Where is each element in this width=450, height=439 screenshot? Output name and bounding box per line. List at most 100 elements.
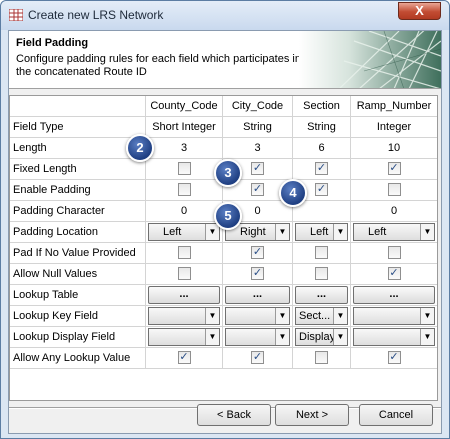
checkbox-allow-any-lookup[interactable]: ✓: [387, 350, 401, 364]
dropdown-lookup-key-field[interactable]: ▼: [148, 307, 220, 325]
grid-cell-length[interactable]: 3: [146, 138, 223, 158]
checkbox-allow-any-lookup[interactable]: ✓: [177, 350, 191, 364]
checkbox-fixed-length[interactable]: [177, 161, 191, 175]
dropdown-padding-location[interactable]: Left ▼: [295, 223, 348, 241]
checkbox-allow-any-lookup[interactable]: ✓: [251, 350, 264, 364]
chevron-down-icon[interactable]: ▼: [275, 329, 289, 345]
browse-lookup-table-button[interactable]: ...: [295, 286, 348, 304]
checkbox-allow-null[interactable]: [315, 266, 328, 280]
next-button[interactable]: Next >: [275, 404, 349, 426]
grid-cell: [146, 159, 223, 179]
checkbox-allow-any-lookup[interactable]: [315, 350, 328, 364]
dropdown-value: Left: [310, 226, 329, 238]
grid-cell: Left ▼: [351, 222, 437, 242]
row-label: Fixed Length: [10, 159, 146, 179]
grid-cell: ✓: [146, 348, 223, 368]
grid-cell: Left ▼: [293, 222, 351, 242]
grid-cell: ✓: [223, 243, 293, 263]
grid-cell: ✓: [223, 348, 293, 368]
row-label: Padding Character: [10, 201, 146, 221]
chevron-down-icon[interactable]: ▼: [333, 224, 347, 240]
grid-row-lookup-key-field: Lookup Key Field ▼ ▼ Sect... ▼ ▼: [10, 306, 437, 327]
grid-cell: ...: [146, 285, 223, 305]
row-label: Allow Any Lookup Value: [10, 348, 146, 368]
grid-cell-field-type: Integer: [376, 121, 412, 133]
chevron-down-icon[interactable]: ▼: [420, 308, 434, 324]
grid-cell: ...: [223, 285, 293, 305]
map-banner-image: [299, 31, 441, 88]
grid-cell-padding-character[interactable]: [293, 201, 351, 221]
grid-cell: [146, 243, 223, 263]
checkbox-allow-null[interactable]: ✓: [387, 266, 401, 280]
grid-row-length: Length 3 3 6 10: [10, 138, 437, 159]
grid-cell: ✓: [223, 264, 293, 284]
checkbox-allow-null[interactable]: [177, 266, 191, 280]
browse-lookup-table-button[interactable]: ...: [353, 286, 435, 304]
callout-badge: 5: [214, 202, 242, 230]
chevron-down-icon[interactable]: ▼: [420, 224, 434, 240]
close-button[interactable]: X: [398, 2, 441, 20]
grid-cell: ✓: [351, 159, 437, 179]
grid-cell: ✓: [293, 159, 351, 179]
grid-cell-length[interactable]: 10: [351, 138, 437, 158]
dropdown-lookup-key-field[interactable]: ▼: [353, 307, 435, 325]
checkbox-enable-padding[interactable]: ✓: [315, 182, 328, 196]
chevron-down-icon[interactable]: ▼: [275, 224, 289, 240]
grid-cell: Display ▼: [293, 327, 351, 347]
grid-cell-length[interactable]: 6: [293, 138, 351, 158]
row-label: Field Type: [10, 117, 146, 137]
window-title: Create new LRS Network: [28, 8, 164, 22]
dropdown-lookup-display-field[interactable]: Display ▼: [295, 328, 348, 346]
dropdown-lookup-display-field[interactable]: ▼: [148, 328, 220, 346]
wizard-body: Field Padding Configure padding rules fo…: [8, 30, 442, 434]
dropdown-lookup-display-field[interactable]: ▼: [353, 328, 435, 346]
grid-cell: ▼: [351, 327, 437, 347]
checkbox-enable-padding[interactable]: ✓: [251, 182, 264, 196]
dropdown-lookup-key-field[interactable]: ▼: [225, 307, 290, 325]
grid-cell: ▼: [223, 327, 293, 347]
grid-cell-padding-character[interactable]: 0: [146, 201, 223, 221]
grid-cell: [146, 264, 223, 284]
grid-cell: [293, 348, 351, 368]
browse-lookup-table-button[interactable]: ...: [225, 286, 290, 304]
checkbox-allow-null[interactable]: ✓: [251, 266, 264, 280]
checkbox-enable-padding[interactable]: [177, 182, 191, 196]
chevron-down-icon[interactable]: ▼: [205, 224, 219, 240]
row-label: Lookup Key Field: [10, 306, 146, 326]
grid-cell-padding-character[interactable]: 0: [351, 201, 437, 221]
chevron-down-icon[interactable]: ▼: [275, 308, 289, 324]
browse-lookup-table-button[interactable]: ...: [148, 286, 220, 304]
cancel-button[interactable]: Cancel: [359, 404, 433, 426]
column-header: County_Code: [146, 96, 223, 116]
chevron-down-icon[interactable]: ▼: [205, 329, 219, 345]
grid-row-pad-if-no-value: Pad If No Value Provided ✓: [10, 243, 437, 264]
dropdown-padding-location[interactable]: Left ▼: [148, 223, 220, 241]
grid-row-lookup-table: Lookup Table............: [10, 285, 437, 306]
grid-row-lookup-display-field: Lookup Display Field ▼ ▼ Display ▼ ▼: [10, 327, 437, 348]
chevron-down-icon[interactable]: ▼: [333, 329, 347, 345]
grid-row-allow-any-lookup: Allow Any Lookup Value ✓ ✓ ✓: [10, 348, 437, 369]
checkbox-fixed-length[interactable]: ✓: [251, 161, 264, 175]
column-header: Ramp_Number: [351, 96, 437, 116]
checkbox-enable-padding[interactable]: [387, 182, 401, 196]
chevron-down-icon[interactable]: ▼: [420, 329, 434, 345]
back-button[interactable]: < Back: [197, 404, 271, 426]
dropdown-padding-location[interactable]: Left ▼: [353, 223, 435, 241]
checkbox-pad-if-no-value[interactable]: [177, 245, 191, 259]
grid-cell-field-type: String: [293, 117, 351, 137]
grid-cell-length[interactable]: 3: [223, 138, 293, 158]
dropdown-lookup-key-field[interactable]: Sect... ▼: [295, 307, 348, 325]
checkbox-pad-if-no-value[interactable]: [315, 245, 328, 259]
checkbox-fixed-length[interactable]: ✓: [387, 161, 401, 175]
checkbox-pad-if-no-value[interactable]: ✓: [251, 245, 264, 259]
grid-cell: ...: [351, 285, 437, 305]
dropdown-lookup-display-field[interactable]: ▼: [225, 328, 290, 346]
grid-cell: ▼: [223, 306, 293, 326]
checkbox-pad-if-no-value[interactable]: [387, 245, 401, 259]
grid-cell: ✓: [351, 348, 437, 368]
checkbox-fixed-length[interactable]: ✓: [315, 161, 328, 175]
grid-cell: ▼: [146, 306, 223, 326]
chevron-down-icon[interactable]: ▼: [333, 308, 347, 324]
chevron-down-icon[interactable]: ▼: [205, 308, 219, 324]
grid-cell-field-type: Short Integer: [146, 117, 223, 137]
